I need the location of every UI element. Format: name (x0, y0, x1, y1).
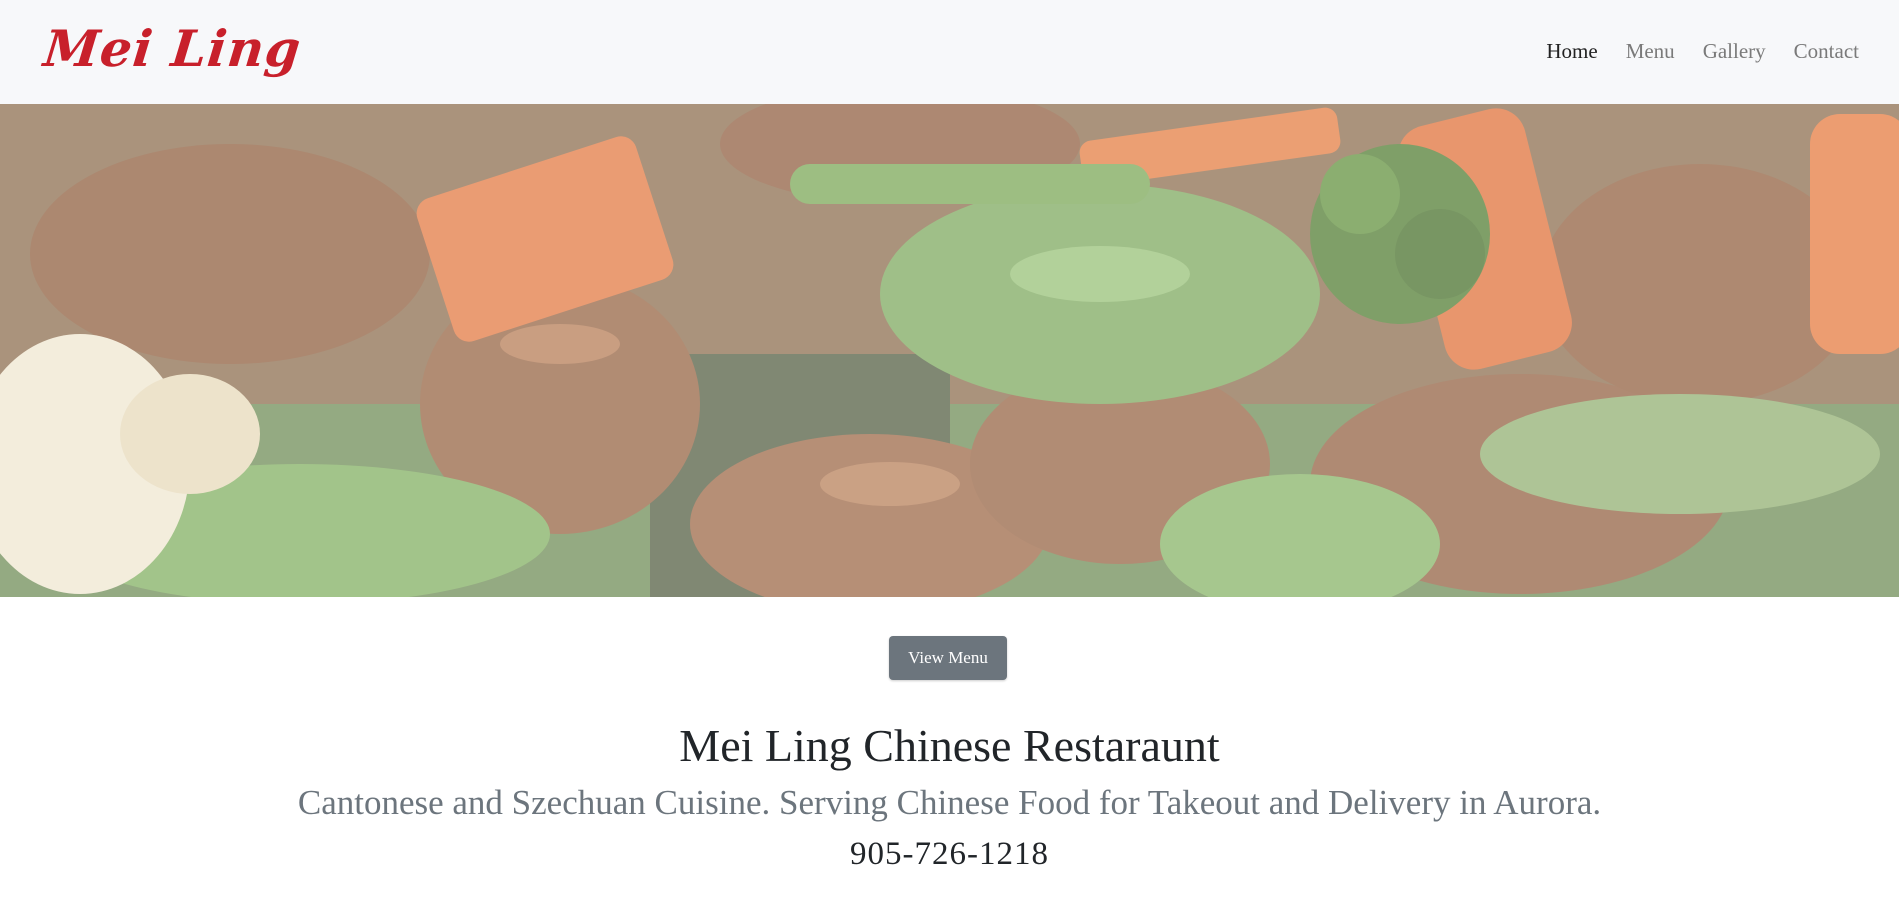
nav-item-contact[interactable]: Contact (1780, 36, 1873, 66)
hero-overlay (0, 104, 1899, 597)
page-subtitle: Cantonese and Szechuan Cuisine. Serving … (297, 783, 1602, 822)
nav-item-gallery[interactable]: Gallery (1689, 36, 1780, 66)
nav-item-home[interactable]: Home (1532, 36, 1611, 66)
brand-logo[interactable]: Mei Ling (40, 14, 304, 84)
navbar: Mei Ling Home Menu Gallery Contact (0, 0, 1899, 104)
hero-image (0, 104, 1899, 597)
nav-menu: Home Menu Gallery Contact (1532, 36, 1873, 66)
page-title: Mei Ling Chinese Restaraunt (679, 720, 1220, 771)
phone-number[interactable]: 905-726-1218 (0, 832, 1899, 876)
nav-item-menu[interactable]: Menu (1612, 36, 1689, 66)
view-menu-button[interactable]: View Menu (889, 636, 1007, 680)
